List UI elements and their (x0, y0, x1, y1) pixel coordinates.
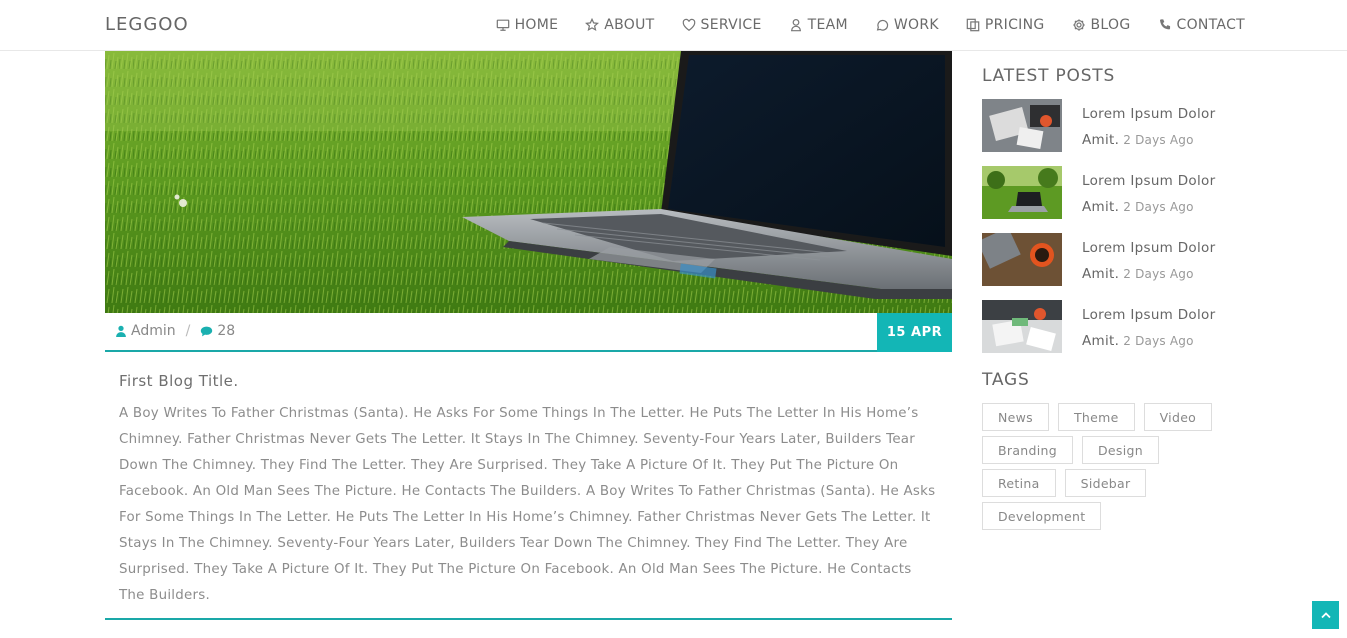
gear-icon (1072, 19, 1085, 31)
latest-post-title: Lorem Ipsum Dolor (1082, 307, 1216, 323)
blog-post: Admin / 28 15 APR First Blog Title. A Bo… (105, 51, 952, 620)
user-icon (790, 18, 801, 32)
tags-heading: TAGS (982, 370, 1030, 390)
navbar: LEGGOO HOME ABOUT SERVICE TEAM WORK PRIC… (0, 0, 1347, 51)
post-meta-bar: Admin / 28 15 APR (105, 313, 952, 352)
tag-design[interactable]: Design (1081, 436, 1159, 464)
nav-service[interactable]: SERVICE (682, 17, 762, 33)
nav-pricing-label: PRICING (984, 17, 1045, 33)
nav-blog[interactable]: BLOG (1072, 17, 1131, 33)
latest-post-thumbnail (982, 300, 1062, 353)
nav-about[interactable]: ABOUT (585, 17, 654, 33)
latest-post-date: 2 Days Ago (1123, 133, 1194, 147)
latest-post-item[interactable]: Lorem Ipsum Dolor Amit. 2 Days Ago (982, 300, 1242, 353)
phone-icon (1159, 19, 1170, 30)
latest-posts-list: Lorem Ipsum Dolor Amit. 2 Days Ago Lorem … (982, 99, 1242, 353)
tag-cloud: News Theme Video Branding Design Retina … (982, 403, 1242, 535)
nav-pricing[interactable]: PRICING (966, 17, 1045, 33)
post-comment-count[interactable]: 28 (217, 323, 235, 339)
post-author[interactable]: Admin (131, 323, 176, 339)
latest-post-title-cont: Amit. (1082, 199, 1120, 215)
chevron-up-icon (1320, 612, 1331, 619)
tag-theme[interactable]: Theme (1057, 403, 1135, 431)
nav-work[interactable]: WORK (875, 17, 939, 33)
copy-icon (966, 18, 980, 32)
chat-bubble-icon (876, 19, 889, 31)
latest-post-thumbnail (982, 166, 1062, 219)
nav-team-label: TEAM (807, 17, 848, 33)
tag-branding[interactable]: Branding (982, 436, 1073, 464)
latest-post-item[interactable]: Lorem Ipsum Dolor Amit. 2 Days Ago (982, 99, 1242, 152)
nav-about-label: ABOUT (604, 17, 655, 33)
main-nav: HOME ABOUT SERVICE TEAM WORK PRICING BLO… (469, 0, 1245, 50)
nav-team[interactable]: TEAM (789, 17, 848, 33)
post-hero-image (105, 51, 952, 313)
sidebar: LATEST POSTS Lorem Ipsum Dolor Amit. 2 Da… (982, 66, 1242, 535)
nav-contact-label: CONTACT (1176, 17, 1245, 33)
latest-post-date: 2 Days Ago (1123, 334, 1194, 348)
latest-post-item[interactable]: Lorem Ipsum Dolor Amit. 2 Days Ago (982, 233, 1242, 286)
nav-home[interactable]: HOME (496, 17, 559, 33)
post-body: First Blog Title. A Boy Writes To Father… (105, 352, 952, 620)
latest-post-date: 2 Days Ago (1123, 200, 1194, 214)
latest-post-title-cont: Amit. (1082, 266, 1120, 282)
post-title[interactable]: First Blog Title. (119, 372, 938, 390)
nav-home-label: HOME (514, 17, 559, 33)
tag-retina[interactable]: Retina (982, 469, 1056, 497)
latest-post-title: Lorem Ipsum Dolor (1082, 106, 1216, 122)
latest-post-thumbnail (982, 233, 1062, 286)
tag-development[interactable]: Development (982, 502, 1102, 530)
latest-post-title: Lorem Ipsum Dolor (1082, 173, 1216, 189)
meta-separator: / (185, 323, 191, 339)
nav-contact[interactable]: CONTACT (1158, 17, 1246, 33)
scroll-to-top-button[interactable] (1312, 601, 1339, 629)
tag-news[interactable]: News (982, 403, 1049, 431)
latest-post-item[interactable]: Lorem Ipsum Dolor Amit. 2 Days Ago (982, 166, 1242, 219)
latest-post-thumbnail (982, 99, 1062, 152)
star-icon (585, 18, 600, 32)
nav-work-label: WORK (893, 17, 939, 33)
nav-service-label: SERVICE (700, 17, 762, 33)
latest-posts-heading: LATEST POSTS (982, 66, 1116, 86)
tag-video[interactable]: Video (1143, 403, 1213, 431)
post-text: A Boy Writes To Father Christmas (Santa)… (119, 406, 936, 603)
latest-post-date: 2 Days Ago (1123, 267, 1194, 281)
nav-blog-label: BLOG (1090, 17, 1131, 33)
heart-icon (682, 18, 695, 31)
latest-post-title-cont: Amit. (1082, 333, 1120, 349)
user-icon (116, 325, 126, 337)
post-date-badge: 15 APR (877, 313, 952, 352)
monitor-icon (496, 19, 509, 31)
post-meta: Admin / 28 (115, 323, 235, 339)
comments-icon (201, 326, 213, 336)
brand-logo[interactable]: LEGGOO (105, 14, 189, 35)
latest-post-title: Lorem Ipsum Dolor (1082, 240, 1216, 256)
tag-sidebar[interactable]: Sidebar (1064, 469, 1147, 497)
latest-post-title-cont: Amit. (1082, 132, 1120, 148)
